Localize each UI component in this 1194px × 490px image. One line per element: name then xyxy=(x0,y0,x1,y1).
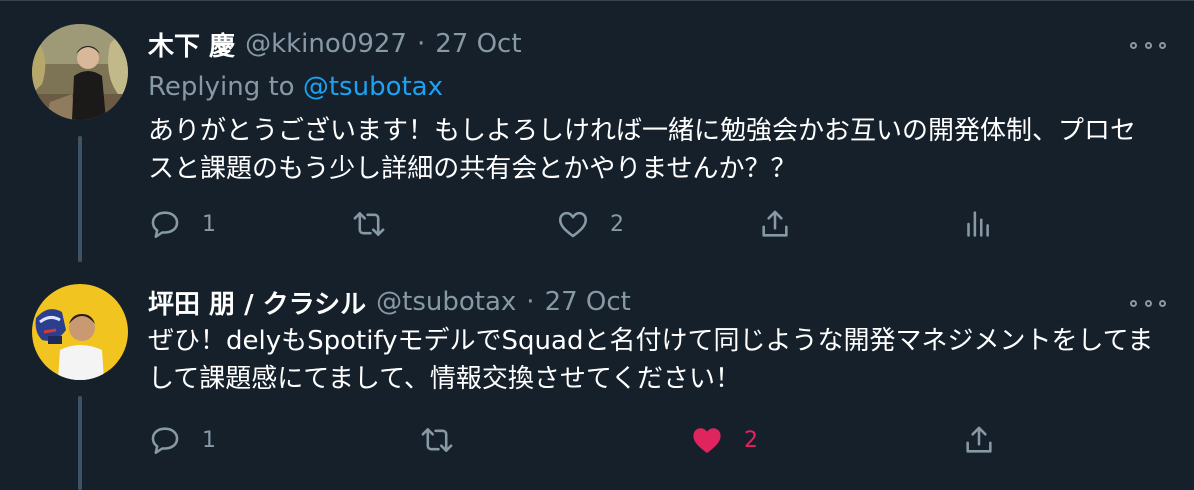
separator-dot: · xyxy=(526,287,535,317)
more-dot-icon xyxy=(1159,41,1166,49)
more-dot-icon xyxy=(1144,299,1152,307)
reply-icon xyxy=(151,427,179,455)
more-dot-icon xyxy=(1130,41,1137,49)
share-button[interactable] xyxy=(758,204,792,244)
user-handle[interactable]: @tsubotax xyxy=(376,287,516,317)
tweet-text: ありがとうございます！もしよろしければ一緒に勉強会かお互いの開発体制、プロセスと… xyxy=(148,116,1137,184)
analytics-icon xyxy=(967,211,989,237)
retweet-icon xyxy=(421,428,453,452)
timestamp[interactable]: 27 Oct xyxy=(545,287,631,317)
more-dot-icon xyxy=(1159,299,1166,307)
tweet-header: 坪田 朋 / クラシル @tsubotax · 27 Oct xyxy=(148,282,631,322)
tweet-1[interactable]: 木下 慶 @kkino0927 · 27 Oct Replying to @ts… xyxy=(0,0,1194,262)
more-dot-icon xyxy=(1144,41,1152,49)
retweet-icon xyxy=(353,212,385,236)
user-handle[interactable]: @kkino0927 xyxy=(245,29,407,59)
share-icon xyxy=(966,426,992,453)
reply-button[interactable]: 1 xyxy=(148,204,216,244)
separator-dot: · xyxy=(416,29,426,59)
reply-count: 1 xyxy=(202,211,216,237)
retweet-button[interactable] xyxy=(352,204,386,244)
display-name[interactable]: 木下 慶 xyxy=(148,26,235,63)
thread-line xyxy=(78,396,82,490)
like-count: 2 xyxy=(610,211,624,237)
display-name[interactable]: 坪田 朋 / クラシル xyxy=(148,284,366,321)
share-button[interactable] xyxy=(962,420,996,460)
more-dot-icon xyxy=(1130,299,1137,307)
reply-icon xyxy=(151,211,179,239)
timestamp[interactable]: 27 Oct xyxy=(435,29,521,59)
tweet-header: 木下 慶 @kkino0927 · 27 Oct xyxy=(148,24,522,64)
thread-line xyxy=(78,136,82,262)
like-count: 2 xyxy=(744,427,758,453)
tweet-text: ぜひ！delyもSpotifyモデルでSquadと名付けて同じような開発マネジメ… xyxy=(148,326,1154,394)
replying-mention-link[interactable]: @tsubotax xyxy=(303,72,443,102)
reply-button[interactable]: 1 xyxy=(148,420,216,460)
avatar-kkino[interactable] xyxy=(32,24,128,120)
analytics-button[interactable] xyxy=(960,204,994,244)
reply-count: 1 xyxy=(202,427,216,453)
action-bar: 1 2 xyxy=(148,420,1008,460)
replying-to: Replying to @tsubotax xyxy=(148,72,443,102)
action-bar: 1 2 xyxy=(148,204,1048,244)
like-icon xyxy=(558,211,588,238)
replying-prefix: Replying to xyxy=(148,72,295,102)
like-icon xyxy=(693,428,721,453)
tweet-2[interactable]: 坪田 朋 / クラシル @tsubotax · 27 Oct ぜひ！delyもS… xyxy=(0,260,1194,490)
more-options-button[interactable] xyxy=(1130,293,1166,313)
share-icon xyxy=(762,210,788,237)
like-button[interactable]: 2 xyxy=(690,420,758,460)
avatar-tsubotax[interactable] xyxy=(32,284,128,380)
more-options-button[interactable] xyxy=(1130,35,1166,55)
like-button[interactable]: 2 xyxy=(556,204,624,244)
retweet-button[interactable] xyxy=(420,420,454,460)
